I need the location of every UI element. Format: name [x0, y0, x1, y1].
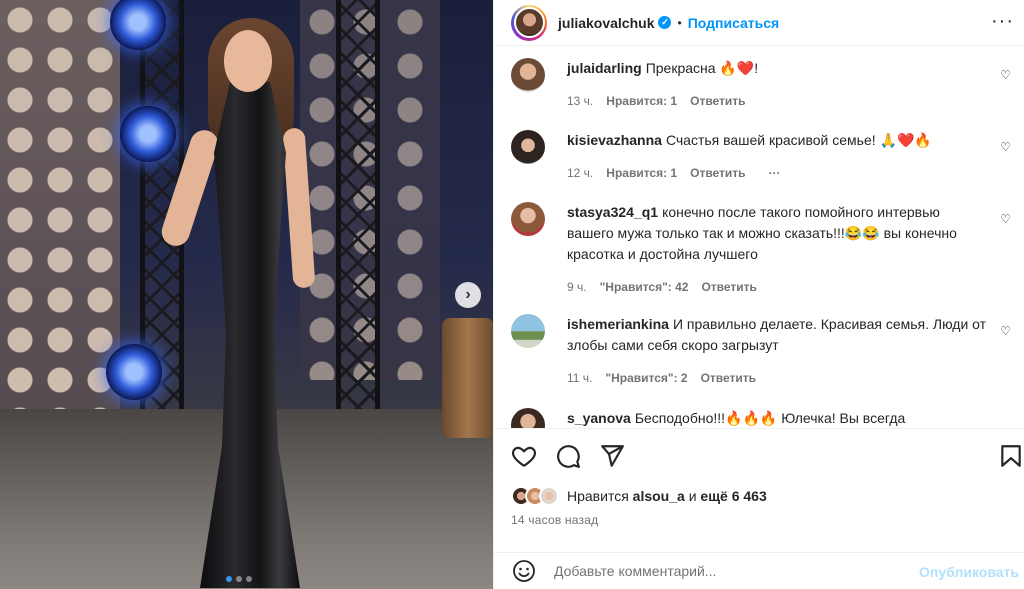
carousel-dot: [246, 576, 252, 582]
carousel-dot-active: [226, 576, 232, 582]
comment-username[interactable]: kisievazhanna: [567, 132, 662, 148]
commenter-avatar[interactable]: [511, 408, 545, 428]
comment-likes[interactable]: "Нравится": 2: [605, 368, 687, 389]
comment-text: Счастья вашей красивой семье! 🙏❤️🔥: [665, 132, 932, 148]
comment-likes[interactable]: Нравится: 1: [606, 163, 677, 184]
comment-icon[interactable]: [555, 443, 581, 469]
heart-icon[interactable]: ♡: [1000, 140, 1011, 154]
comments-list[interactable]: julaidarling Прекрасна 🔥❤️! 13 ч. Нравитс…: [494, 46, 1024, 428]
likes-summary: Нравится alsou_a и ещё 6 463: [511, 486, 767, 506]
post-actions-bar: [494, 428, 1024, 484]
commenter-avatar[interactable]: [511, 202, 545, 236]
comment-username[interactable]: ishemeriankina: [567, 316, 669, 332]
carousel-next-button[interactable]: ›: [455, 282, 481, 308]
heart-icon[interactable]: ♡: [1000, 68, 1011, 82]
heart-icon[interactable]: ♡: [1000, 324, 1011, 338]
comment-likes[interactable]: "Нравится": 42: [600, 277, 689, 298]
stage-truss-right: [336, 0, 380, 460]
woman-in-leather-dress: [158, 18, 320, 588]
likes-prefix: Нравится: [567, 488, 629, 504]
carousel-dots: [226, 576, 252, 582]
post-timestamp[interactable]: 14 часов назад: [511, 513, 598, 527]
likes-count[interactable]: ещё 6 463: [700, 488, 766, 504]
comment-time[interactable]: 13 ч.: [567, 91, 593, 112]
comment-username[interactable]: s_yanova: [567, 410, 631, 426]
likes-user[interactable]: alsou_a: [633, 488, 685, 504]
header-separator: •: [677, 15, 682, 30]
publish-button[interactable]: Опубликовать: [919, 564, 1019, 580]
stage-spotlight: [106, 344, 162, 400]
heart-icon[interactable]: [511, 443, 537, 469]
reply-button[interactable]: Ответить: [690, 163, 745, 184]
comment-time[interactable]: 11 ч.: [567, 368, 592, 389]
comment-more-icon[interactable]: ···: [769, 163, 781, 184]
author-username[interactable]: juliakovalchuk: [558, 15, 654, 31]
comment-username[interactable]: julaidarling: [567, 60, 642, 76]
chevron-right-icon: ›: [465, 286, 471, 303]
carousel-dot: [236, 576, 242, 582]
reply-button[interactable]: Ответить: [701, 277, 756, 298]
comment-username[interactable]: stasya324_q1: [567, 204, 658, 220]
follow-button[interactable]: Подписаться: [688, 15, 780, 31]
post-photo[interactable]: ›: [0, 0, 493, 589]
stage-light-wall: [0, 0, 120, 420]
post-side-panel: juliakovalchuk ✓ • Подписаться ··· julai…: [493, 0, 1024, 589]
comment-text: Бесподобно!!!🔥🔥🔥 Юлечка! Вы всегда: [634, 410, 906, 426]
comment-likes[interactable]: Нравится: 1: [606, 91, 677, 112]
author-avatar[interactable]: [511, 4, 547, 41]
comment-time[interactable]: 12 ч.: [567, 163, 593, 184]
verified-badge-icon: ✓: [658, 16, 672, 29]
liker-avatar[interactable]: [539, 486, 559, 506]
more-options-icon[interactable]: ···: [991, 10, 1014, 33]
comment-text: Прекрасна 🔥❤️!: [645, 60, 759, 76]
comment-input[interactable]: [554, 563, 914, 579]
bookmark-icon[interactable]: [998, 443, 1024, 469]
add-comment-bar: Опубликовать: [494, 552, 1024, 589]
heart-icon[interactable]: ♡: [1000, 212, 1011, 226]
likes-mid: и: [684, 488, 701, 504]
commenter-avatar[interactable]: [511, 130, 545, 164]
stage-spotlight: [120, 106, 176, 162]
emoji-icon[interactable]: [512, 559, 536, 583]
commenter-avatar[interactable]: [511, 58, 545, 92]
comment-time[interactable]: 9 ч.: [567, 277, 587, 298]
reply-button[interactable]: Ответить: [701, 368, 756, 389]
share-icon[interactable]: [599, 443, 625, 469]
post-header: juliakovalchuk ✓ • Подписаться ···: [494, 0, 1024, 46]
commenter-avatar[interactable]: [511, 314, 545, 348]
wooden-stump: [442, 318, 493, 438]
reply-button[interactable]: Ответить: [690, 91, 745, 112]
